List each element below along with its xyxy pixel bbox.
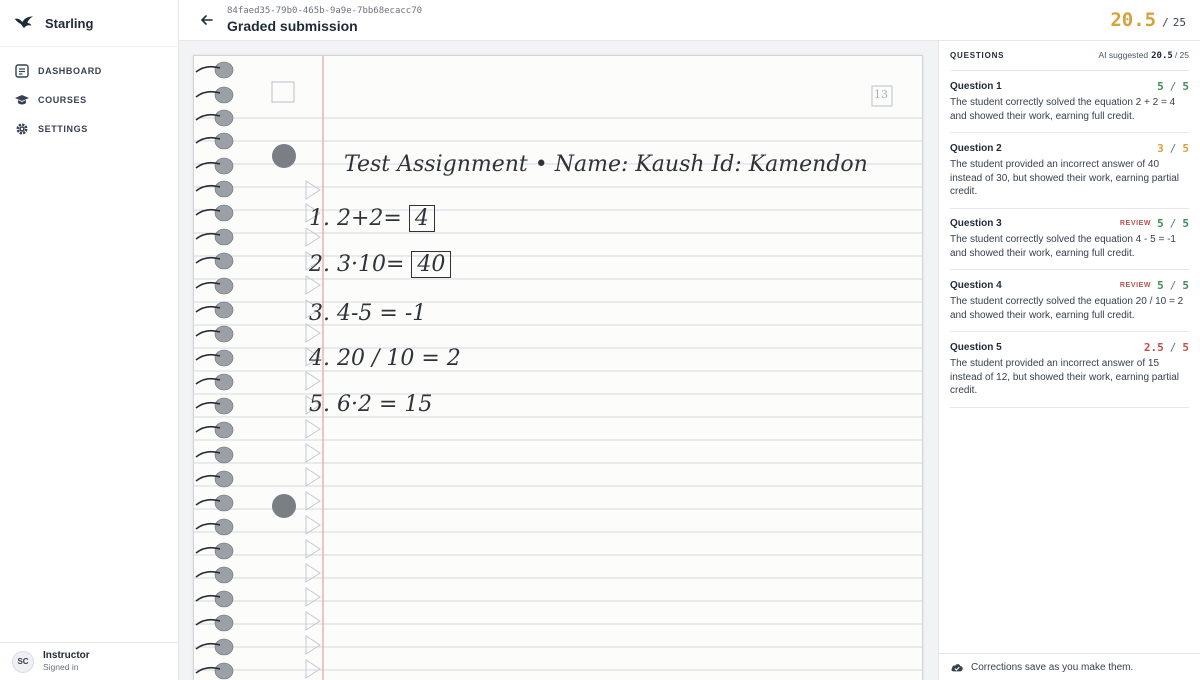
question-card[interactable]: Question 3 REVIEW 5 / 5 The student corr… — [950, 216, 1189, 270]
question-name: Question 4 — [950, 279, 1002, 291]
notebook-page-image — [194, 56, 922, 680]
cloud-check-icon — [951, 664, 963, 672]
line-number: 2. — [309, 252, 330, 277]
line-work: 20 / 10 = 2 — [337, 346, 461, 371]
sidebar-item-label: COURSES — [38, 94, 87, 105]
ai-suggested-score: AI suggested 20.5 / 25 — [1099, 50, 1190, 61]
questions-panel-header: QUESTIONS AI suggested 20.5 / 25 — [950, 41, 1189, 71]
question-score[interactable]: 3 / 5 — [1157, 142, 1189, 155]
handwritten-line-1: 1. 2+2= 4 — [309, 205, 435, 232]
dashboard-icon — [14, 63, 30, 79]
question-name: Question 1 — [950, 80, 1002, 92]
user-name: Instructor — [43, 650, 90, 661]
spiral-binding — [195, 61, 234, 680]
total-score-separator: / — [1162, 16, 1169, 29]
sidebar: Starling DASHBOARD COURSES SETTINGS SC I… — [0, 0, 179, 680]
sidebar-item-label: DASHBOARD — [38, 65, 102, 76]
question-max: 5 — [1182, 278, 1189, 292]
line-number: 5. — [309, 392, 330, 417]
save-status-footer: Corrections save as you make them. — [939, 653, 1200, 680]
ai-suggested-max: / 25 — [1174, 50, 1189, 60]
sidebar-nav: DASHBOARD COURSES SETTINGS — [0, 47, 178, 143]
bird-logo-icon — [14, 16, 34, 28]
user-card[interactable]: SC Instructor Signed in — [0, 642, 178, 680]
brand[interactable]: Starling — [0, 0, 178, 47]
question-points: 3 — [1157, 141, 1164, 155]
question-max: 5 — [1182, 141, 1189, 155]
submission-id: 84faed35-79b0-465b-9a9e-7bb68ecacc70 — [227, 6, 423, 16]
handwritten-line-3: 3. 4-5 = -1 — [309, 301, 426, 326]
question-max: 5 — [1182, 340, 1189, 354]
scanned-page: 13 Test Assignment • Name: Kaush Id: Kam… — [193, 55, 923, 680]
brand-name: Starling — [45, 15, 94, 31]
boxed-answer: 40 — [411, 251, 452, 278]
question-feedback: The student correctly solved the equatio… — [950, 296, 1184, 321]
handwritten-line-4: 4. 20 / 10 = 2 — [309, 346, 461, 371]
question-max: 5 — [1182, 79, 1189, 93]
top-header: 84faed35-79b0-465b-9a9e-7bb68ecacc70 Gra… — [179, 0, 1200, 41]
question-max: 5 — [1182, 216, 1189, 230]
gear-icon — [14, 121, 30, 137]
question-points: 5 — [1157, 216, 1164, 230]
sidebar-item-label: SETTINGS — [38, 123, 88, 134]
sidebar-item-settings[interactable]: SETTINGS — [0, 114, 178, 143]
handwritten-heading: Test Assignment • Name: Kaush Id: Kamend… — [344, 152, 868, 177]
line-number: 1. — [309, 206, 330, 231]
question-card[interactable]: Question 4 REVIEW 5 / 5 The student corr… — [950, 278, 1189, 332]
ai-suggested-label: AI suggested — [1098, 50, 1149, 60]
ruled-lines — [194, 117, 922, 671]
document-viewer[interactable]: 13 Test Assignment • Name: Kaush Id: Kam… — [179, 41, 938, 680]
graduation-cap-icon — [14, 92, 30, 108]
question-points: 5 — [1157, 278, 1164, 292]
question-feedback: The student correctly solved the equatio… — [950, 234, 1176, 259]
boxed-answer: 4 — [408, 205, 435, 232]
question-card[interactable]: Question 2 3 / 5 The student provided an… — [950, 141, 1189, 209]
save-status-text: Corrections save as you make them. — [971, 661, 1134, 673]
score-separator: / — [1169, 278, 1177, 292]
question-card[interactable]: Question 1 5 / 5 The student correctly s… — [950, 79, 1189, 133]
question-feedback: The student provided an incorrect answer… — [950, 358, 1180, 396]
question-card[interactable]: Question 5 2.5 / 5 The student provided … — [950, 340, 1189, 408]
questions-label: QUESTIONS — [950, 51, 1005, 60]
punch-hole — [272, 144, 296, 168]
ai-suggested-value: 20.5 — [1151, 51, 1173, 61]
score-separator: / — [1169, 340, 1177, 354]
question-name: Question 3 — [950, 217, 1002, 229]
page-number: 13 — [874, 88, 888, 101]
question-points: 5 — [1157, 79, 1164, 93]
punch-hole — [272, 494, 296, 518]
total-score: 20.5 / 25 — [1110, 9, 1186, 31]
question-score[interactable]: 2.5 / 5 — [1144, 341, 1189, 354]
back-arrow-icon[interactable] — [199, 12, 215, 28]
question-score[interactable]: REVIEW 5 / 5 — [1120, 217, 1189, 230]
line-work: 2+2= — [337, 206, 402, 231]
question-points: 2.5 — [1143, 340, 1164, 354]
handwritten-line-2: 2. 3·10= 40 — [309, 251, 452, 278]
question-score[interactable]: REVIEW 5 / 5 — [1120, 279, 1189, 292]
question-name: Question 5 — [950, 341, 1002, 353]
avatar: SC — [12, 650, 34, 673]
handwritten-line-5: 5. 6·2 = 15 — [309, 392, 432, 417]
line-work: 3·10= — [337, 252, 405, 277]
sidebar-item-courses[interactable]: COURSES — [0, 85, 178, 114]
score-separator: / — [1169, 141, 1177, 155]
question-feedback: The student correctly solved the equatio… — [950, 97, 1176, 122]
line-number: 4. — [309, 346, 330, 371]
sidebar-item-dashboard[interactable]: DASHBOARD — [0, 56, 178, 85]
question-feedback: The student provided an incorrect answer… — [950, 159, 1180, 197]
total-score-value: 20.5 — [1110, 9, 1157, 31]
line-work: 6·2 = 15 — [337, 392, 433, 417]
total-score-max: 25 — [1172, 16, 1186, 29]
questions-panel: QUESTIONS AI suggested 20.5 / 25 Questio… — [938, 41, 1200, 680]
question-score[interactable]: 5 / 5 — [1157, 80, 1189, 93]
line-work: 4-5 = -1 — [337, 301, 427, 326]
line-number: 3. — [309, 301, 330, 326]
review-badge: REVIEW — [1119, 219, 1152, 227]
score-separator: / — [1169, 79, 1177, 93]
user-status: Signed in — [43, 662, 79, 672]
page-title: Graded submission — [227, 18, 358, 34]
question-name: Question 2 — [950, 142, 1002, 154]
review-badge: REVIEW — [1119, 281, 1152, 289]
score-separator: / — [1169, 216, 1177, 230]
